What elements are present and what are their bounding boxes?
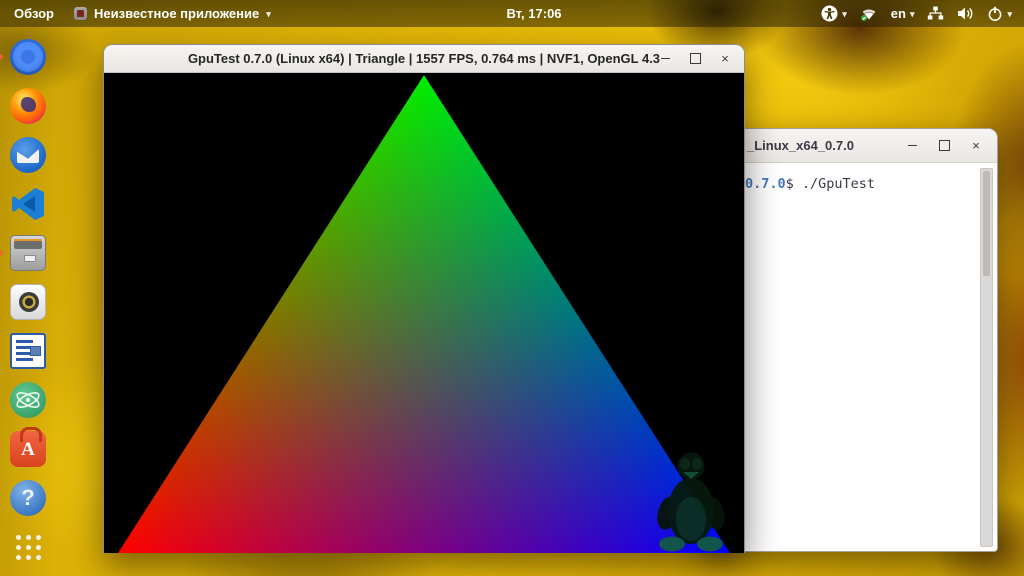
network-menu[interactable] — [927, 6, 944, 21]
wifi-menu[interactable] — [860, 6, 878, 21]
gputest-maximize-button[interactable] — [688, 52, 702, 66]
accessibility-icon — [821, 5, 838, 22]
atom-icon — [10, 382, 46, 418]
dock-item-vscode[interactable] — [9, 185, 47, 223]
dock-item-libreoffice-writer[interactable] — [9, 332, 47, 370]
app-menu-button[interactable]: Неизвестное приложение ▾ — [74, 6, 271, 21]
system-status-area[interactable]: ▾ en ▾ ▾ — [821, 0, 1016, 27]
dock-item-chromium[interactable] — [0, 38, 47, 76]
vscode-icon — [12, 188, 44, 220]
power-icon — [989, 6, 1002, 21]
volume-icon — [958, 7, 973, 20]
dock-item-firefox[interactable] — [9, 87, 47, 125]
chevron-down-icon: ▾ — [266, 9, 271, 19]
terminal-scrollbar[interactable] — [980, 168, 993, 547]
app-menu-label: Неизвестное приложение — [94, 6, 260, 21]
firefox-icon — [10, 88, 46, 124]
terminal-scrollbar-thumb[interactable] — [983, 171, 990, 276]
dock-item-files[interactable] — [0, 234, 47, 272]
prompt-path: 0.7.0 — [745, 176, 786, 192]
accessibility-menu[interactable]: ▾ — [821, 5, 847, 22]
dock-item-app-grid[interactable] — [9, 528, 47, 566]
gputest-minimize-button[interactable] — [658, 52, 672, 66]
running-indicator — [0, 250, 3, 256]
dock-item-help[interactable]: ? — [9, 479, 47, 517]
activities-button[interactable]: Обзор — [14, 6, 54, 21]
gputest-close-button[interactable]: × — [718, 52, 732, 66]
libreoffice-writer-icon — [10, 333, 46, 369]
terminal-minimize-button[interactable] — [905, 139, 919, 153]
tux-linux-logo-icon — [657, 452, 725, 552]
terminal-close-button[interactable]: × — [969, 139, 983, 153]
top-bar: Обзор Неизвестное приложение ▾ Вт, 17:06… — [0, 0, 1024, 27]
rgb-triangle — [118, 75, 730, 553]
speaker-icon — [10, 284, 46, 320]
desktop: _Linux_x64_0.7.0 × 0.7.0$ ./GpuTest GpuT… — [0, 0, 1024, 576]
volume-menu[interactable] — [957, 6, 974, 21]
power-menu[interactable]: ▾ — [987, 6, 1012, 22]
gputest-window[interactable]: GpuTest 0.7.0 (Linux x64) | Triangle | 1… — [103, 44, 745, 553]
terminal-prompt-line: 0.7.0$ ./GpuTest — [745, 176, 997, 192]
ubuntu-software-icon — [10, 427, 46, 467]
chevron-down-icon: ▾ — [1007, 9, 1012, 19]
dock-item-atom[interactable] — [9, 381, 47, 419]
thunderbird-icon — [10, 137, 46, 173]
terminal-content[interactable]: 0.7.0$ ./GpuTest — [701, 163, 997, 551]
network-tree-icon — [928, 6, 944, 20]
prompt-command: $ ./GpuTest — [785, 176, 876, 192]
gputest-title: GpuTest 0.7.0 (Linux x64) | Triangle | 1… — [187, 51, 661, 66]
app-grid-icon — [13, 532, 43, 562]
files-icon — [10, 235, 46, 271]
dock-item-rhythmbox[interactable] — [9, 283, 47, 321]
terminal-titlebar[interactable]: _Linux_x64_0.7.0 × — [701, 129, 997, 163]
terminal-title: _Linux_x64_0.7.0 — [747, 138, 854, 153]
clock-button[interactable]: Вт, 17:06 — [506, 6, 561, 21]
opengl-viewport — [104, 73, 744, 553]
help-icon: ? — [10, 480, 46, 516]
chevron-down-icon: ▾ — [842, 9, 847, 19]
chromium-icon — [10, 39, 46, 75]
terminal-maximize-button[interactable] — [937, 139, 951, 153]
dock: ? — [0, 27, 56, 576]
dock-item-ubuntu-software[interactable] — [9, 427, 47, 468]
dock-item-thunderbird[interactable] — [9, 136, 47, 174]
running-indicator — [0, 54, 3, 60]
app-window-icon — [74, 7, 87, 20]
chevron-down-icon: ▾ — [909, 9, 915, 19]
keyboard-layout-menu[interactable]: en ▾ — [891, 6, 915, 21]
gputest-titlebar[interactable]: GpuTest 0.7.0 (Linux x64) | Triangle | 1… — [104, 45, 744, 73]
wifi-icon — [860, 9, 876, 21]
language-label: en — [890, 6, 906, 21]
